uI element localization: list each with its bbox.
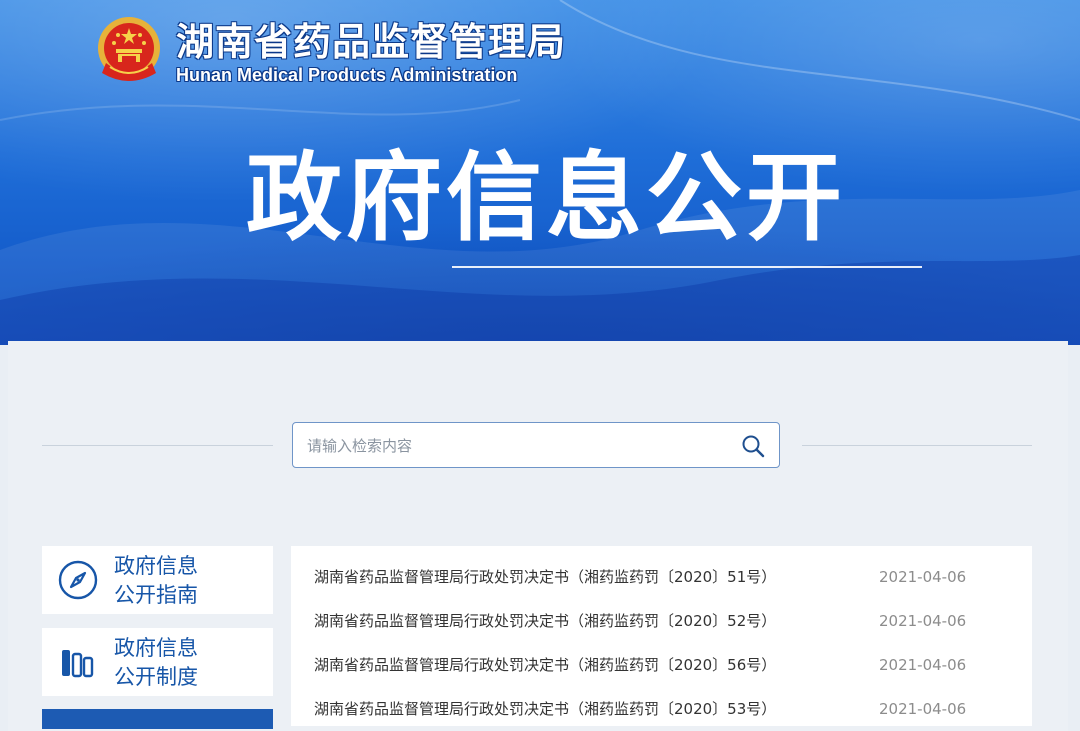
title-underline bbox=[452, 266, 922, 268]
list-item[interactable]: 湖南省药品监督管理局行政处罚决定书（湘药监药罚〔2020〕53号） 2021-0… bbox=[291, 687, 1032, 731]
search-input[interactable] bbox=[305, 423, 729, 469]
news-list: 湖南省药品监督管理局行政处罚决定书（湘药监药罚〔2020〕51号） 2021-0… bbox=[291, 546, 1032, 726]
sidebar-label-line2: 公开制度 bbox=[114, 665, 198, 689]
compass-icon bbox=[58, 560, 98, 600]
sidebar-item-system[interactable]: 政府信息 公开制度 bbox=[42, 628, 273, 696]
sidebar-label-line1: 政府信息 bbox=[114, 636, 198, 660]
header-banner: 湖南省药品监督管理局 Hunan Medical Products Admini… bbox=[0, 0, 1080, 345]
sidebar-item-guide[interactable]: 政府信息 公开指南 bbox=[42, 546, 273, 614]
sidebar-item-active[interactable] bbox=[42, 709, 273, 729]
sidebar-label-line2: 公开指南 bbox=[114, 583, 198, 607]
search-icon[interactable] bbox=[741, 434, 765, 458]
site-subtitle: Hunan Medical Products Administration bbox=[176, 65, 518, 85]
page-title: 政府信息公开 bbox=[246, 142, 846, 254]
news-date: 2021-04-06 bbox=[879, 700, 967, 718]
sidebar-item-label: 政府信息 公开制度 bbox=[114, 634, 264, 692]
search-box bbox=[292, 422, 780, 469]
sidebar-item-label: 政府信息 公开指南 bbox=[114, 552, 264, 610]
sidebar-label-line1: 政府信息 bbox=[114, 554, 198, 578]
list-item[interactable]: 湖南省药品监督管理局行政处罚决定书（湘药监药罚〔2020〕52号） 2021-0… bbox=[291, 599, 1032, 643]
divider-right bbox=[802, 445, 1032, 446]
list-item[interactable]: 湖南省药品监督管理局行政处罚决定书（湘药监药罚〔2020〕51号） 2021-0… bbox=[291, 555, 1032, 599]
news-title[interactable]: 湖南省药品监督管理局行政处罚决定书（湘药监药罚〔2020〕52号） bbox=[314, 599, 776, 643]
divider-left bbox=[42, 445, 273, 446]
national-emblem-icon bbox=[98, 17, 160, 81]
news-date: 2021-04-06 bbox=[879, 612, 967, 630]
news-date: 2021-04-06 bbox=[879, 568, 967, 586]
news-title[interactable]: 湖南省药品监督管理局行政处罚决定书（湘药监药罚〔2020〕53号） bbox=[314, 687, 776, 731]
site-title: 湖南省药品监督管理局 bbox=[176, 20, 567, 64]
news-title[interactable]: 湖南省药品监督管理局行政处罚决定书（湘药监药罚〔2020〕51号） bbox=[314, 555, 776, 599]
list-item[interactable]: 湖南省药品监督管理局行政处罚决定书（湘药监药罚〔2020〕56号） 2021-0… bbox=[291, 643, 1032, 687]
news-date: 2021-04-06 bbox=[879, 656, 967, 674]
news-title[interactable]: 湖南省药品监督管理局行政处罚决定书（湘药监药罚〔2020〕56号） bbox=[314, 643, 776, 687]
bookshelf-icon bbox=[62, 650, 94, 678]
